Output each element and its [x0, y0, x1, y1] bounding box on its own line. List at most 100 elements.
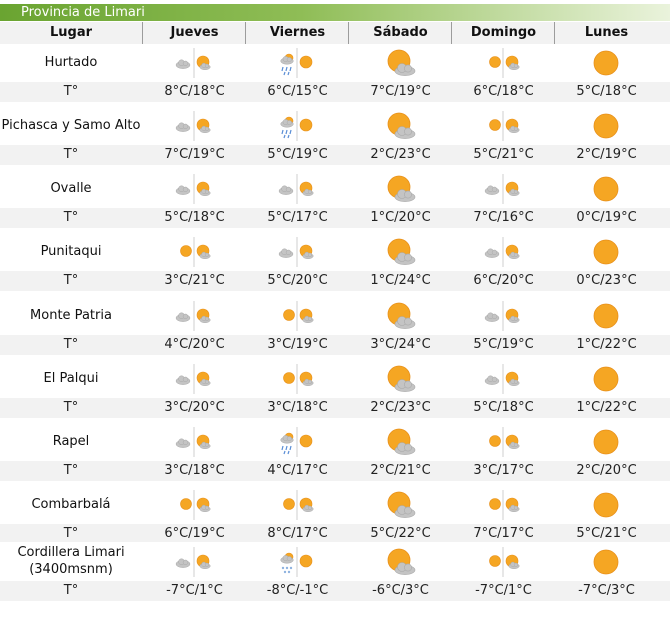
temperature-value: -7°C/1°C	[166, 583, 223, 598]
temperature-value: 5°C/21°C	[576, 526, 637, 541]
cloud-sun-icon	[246, 174, 349, 204]
temperature-value: 5°C/18°C	[473, 400, 534, 415]
sun-partly-icon	[452, 547, 555, 577]
cloud-sun-icon	[143, 301, 246, 331]
temperature-value: 7°C/17°C	[473, 526, 534, 541]
header-lugar: Lugar	[49, 25, 93, 40]
province-header-bar: Provincia de Limari	[0, 4, 670, 21]
sun-partly-icon	[143, 237, 246, 267]
province-title: Provincia de Limari	[21, 5, 145, 20]
cloud-sun-icon	[452, 301, 555, 331]
temperature-value: 3°C/21°C	[164, 273, 225, 288]
temperature-value: 0°C/19°C	[576, 210, 637, 225]
sun-cloud-icon	[349, 48, 452, 78]
header-day-2: Viernes	[269, 25, 326, 40]
header-day-3: Sábado	[373, 25, 428, 40]
forecast-row: Ovalle	[0, 170, 670, 208]
temperature-value: 3°C/19°C	[267, 337, 328, 352]
cloud-sun-icon	[246, 237, 349, 267]
cloud-sun-icon	[452, 237, 555, 267]
temperature-value: 3°C/18°C	[267, 400, 328, 415]
forecast-row: Rapel	[0, 423, 670, 461]
temperature-value: 2°C/19°C	[576, 147, 637, 162]
temperature-value: 5°C/18°C	[164, 210, 225, 225]
temperature-label: T°	[63, 273, 79, 288]
sun-partly-icon	[452, 490, 555, 520]
temperature-value: 1°C/20°C	[370, 210, 431, 225]
temperature-value: 3°C/17°C	[473, 463, 534, 478]
temperature-value: 7°C/19°C	[164, 147, 225, 162]
temperature-value: 3°C/24°C	[370, 337, 431, 352]
temperature-value: 2°C/23°C	[370, 400, 431, 415]
temperature-value: -7°C/3°C	[578, 583, 635, 598]
temperature-row: T° 6°C/19°C 8°C/17°C 5°C/22°C 7°C/17°C 5°C/21…	[0, 524, 670, 544]
temperature-value: 5°C/19°C	[267, 147, 328, 162]
sun-icon	[555, 427, 658, 457]
sun-cloud-icon	[349, 427, 452, 457]
header-day-5: Lunes	[584, 25, 629, 40]
place-name: Rapel	[52, 434, 90, 449]
temperature-value: 5°C/19°C	[473, 337, 534, 352]
temperature-value: 4°C/17°C	[267, 463, 328, 478]
snow-sun-icon	[246, 547, 349, 577]
temperature-value: 3°C/18°C	[164, 463, 225, 478]
sun-cloud-icon	[349, 174, 452, 204]
place-name: Punitaqui	[40, 244, 102, 259]
header-separator	[245, 22, 246, 44]
rain-sun-icon	[246, 48, 349, 78]
place-name: Monte Patria	[30, 308, 112, 323]
sun-partly-icon	[246, 490, 349, 520]
place-name: Combarbalá	[31, 497, 111, 512]
sun-icon	[555, 490, 658, 520]
temperature-value: -8°C/-1°C	[266, 583, 329, 598]
place-name-line: Cordillera Limari	[17, 545, 125, 560]
sun-icon	[555, 547, 658, 577]
temperature-label: T°	[63, 526, 79, 541]
forecast-widget: Provincia de Limari Lugar Jueves Viernes Sá…	[0, 0, 670, 629]
temperature-value: 5°C/17°C	[267, 210, 328, 225]
temperature-label: T°	[63, 84, 79, 99]
cloud-sun-icon	[452, 174, 555, 204]
sun-partly-icon	[246, 301, 349, 331]
temperature-value: 5°C/22°C	[370, 526, 431, 541]
cloud-sun-icon	[143, 427, 246, 457]
temperature-row: T° -7°C/1°C -8°C/-1°C -6°C/3°C -7°C/1°C -7°C/…	[0, 581, 670, 601]
temperature-value: 4°C/20°C	[164, 337, 225, 352]
temperature-value: 5°C/21°C	[473, 147, 534, 162]
temperature-label: T°	[63, 147, 79, 162]
forecast-row: Hurtado	[0, 44, 670, 82]
temperature-row: T° 3°C/20°C 3°C/18°C 2°C/23°C 5°C/18°C 1°C/22…	[0, 398, 670, 418]
temperature-row: T° 8°C/18°C 6°C/15°C 7°C/19°C 6°C/18°C 5°C/18…	[0, 82, 670, 102]
sun-partly-icon	[452, 427, 555, 457]
temperature-value: 2°C/23°C	[370, 147, 431, 162]
temperature-value: 6°C/15°C	[267, 84, 328, 99]
sun-cloud-icon	[349, 364, 452, 394]
temperature-label: T°	[63, 210, 79, 225]
temperature-value: 6°C/18°C	[473, 84, 534, 99]
rain-sun-icon	[246, 427, 349, 457]
temperature-label: T°	[63, 400, 79, 415]
sun-cloud-icon	[349, 237, 452, 267]
header-separator	[348, 22, 349, 44]
forecast-row: Pichasca y Samo Alto	[0, 107, 670, 145]
temperature-label: T°	[63, 337, 79, 352]
sun-icon	[555, 48, 658, 78]
header-separator	[451, 22, 452, 44]
forecast-row: El Palqui	[0, 360, 670, 398]
sun-icon	[555, 364, 658, 394]
forecast-row: Combarbalá	[0, 486, 670, 524]
temperature-value: -7°C/1°C	[475, 583, 532, 598]
place-name: Cordillera Limari (3400msnm)	[0, 544, 142, 578]
temperature-label: T°	[63, 463, 79, 478]
header-day-4: Domingo	[470, 25, 537, 40]
temperature-value: 6°C/20°C	[473, 273, 534, 288]
cloud-sun-icon	[143, 48, 246, 78]
sun-cloud-icon	[349, 547, 452, 577]
temperature-value: 3°C/20°C	[164, 400, 225, 415]
sun-cloud-icon	[349, 490, 452, 520]
temperature-value: 0°C/23°C	[576, 273, 637, 288]
sun-partly-icon	[143, 490, 246, 520]
temperature-value: 1°C/22°C	[576, 337, 637, 352]
temperature-value: 5°C/18°C	[576, 84, 637, 99]
temperature-row: T° 3°C/18°C 4°C/17°C 2°C/21°C 3°C/17°C 2°C/20…	[0, 461, 670, 481]
